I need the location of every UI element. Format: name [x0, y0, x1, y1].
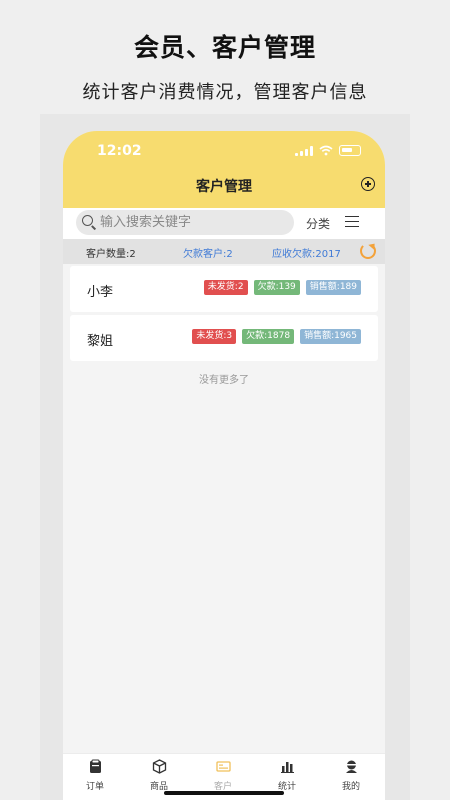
phone-screen: 12:02 客户管理 分类 客户数量:2 欠款客户:2 应收欠款:2017 — [63, 131, 385, 800]
debt-tag: 欠款:1878 — [242, 329, 295, 344]
promo-title: 会员、客户管理 — [133, 33, 316, 62]
order-icon — [90, 759, 101, 773]
search-icon — [82, 215, 93, 226]
wifi-icon — [319, 145, 333, 156]
bar-chart-icon — [281, 762, 294, 773]
tab-profile[interactable]: 我的 — [319, 754, 383, 800]
customer-tags: 未发货:3 欠款:1878 销售额:1965 — [192, 329, 361, 344]
customer-count: 客户数量:2 — [86, 249, 136, 260]
tab-label: 我的 — [341, 782, 360, 792]
debt-customers-link[interactable]: 欠款客户:2 — [183, 245, 233, 260]
customer-name: 黎姐 — [87, 334, 114, 349]
tab-orders[interactable]: 订单 — [63, 754, 127, 800]
sales-tag: 销售额:1965 — [300, 329, 361, 344]
signal-icon — [295, 145, 313, 156]
status-time: 12:02 — [97, 143, 142, 159]
home-indicator — [164, 791, 284, 795]
sales-tag: 销售额:189 — [305, 280, 361, 295]
customer-tags: 未发货:2 欠款:139 销售额:189 — [203, 280, 361, 295]
promo-subtitle: 统计客户消费情况，管理客户信息 — [82, 82, 368, 103]
status-icons — [295, 145, 361, 156]
no-more-text: 没有更多了 — [199, 375, 249, 386]
unshipped-tag: 未发货:3 — [192, 329, 237, 344]
list-menu-icon[interactable] — [345, 216, 359, 228]
category-button[interactable]: 分类 — [306, 215, 330, 232]
page-title: 客户管理 — [196, 179, 252, 195]
search-row: 分类 — [63, 208, 385, 239]
summary-bar: 客户数量:2 欠款客户:2 应收欠款:2017 — [63, 239, 385, 264]
search-box[interactable] — [76, 210, 294, 235]
customer-name: 小李 — [87, 285, 114, 300]
box-icon — [152, 759, 167, 774]
unshipped-tag: 未发货:2 — [203, 280, 248, 295]
app-header: 12:02 客户管理 — [63, 131, 385, 208]
search-input[interactable] — [100, 212, 288, 233]
refresh-icon[interactable] — [360, 243, 376, 259]
tab-label: 订单 — [85, 782, 104, 792]
customer-card-icon — [216, 761, 231, 772]
customer-row[interactable]: 小李 未发货:2 欠款:139 销售额:189 — [70, 266, 378, 312]
receivable-link[interactable]: 应收欠款:2017 — [272, 245, 341, 260]
debt-tag: 欠款:139 — [253, 280, 300, 295]
customer-row[interactable]: 黎姐 未发货:3 欠款:1878 销售额:1965 — [70, 315, 378, 361]
profile-icon — [346, 760, 357, 773]
add-customer-button[interactable] — [361, 177, 375, 191]
battery-icon — [339, 145, 361, 156]
